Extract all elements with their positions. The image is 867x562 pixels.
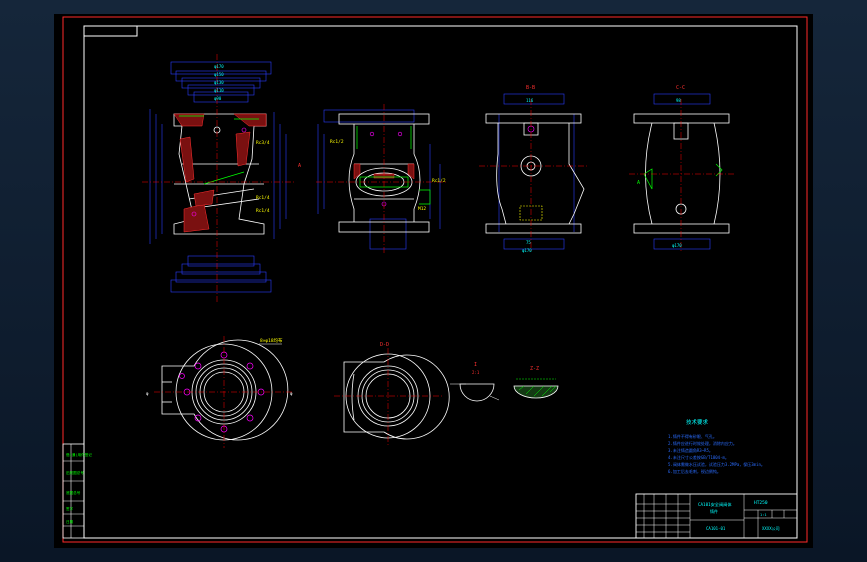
right2-section-label: C-C [676,85,685,91]
right1-section-label: B-B [526,85,535,91]
left-strip-text-0: 借(通)用件登记 [66,452,92,457]
front-dim-top-0: φ170 [214,64,224,69]
detail-z-label: Z-Z [530,366,539,372]
notes-heading: 技术要求 [686,418,709,426]
front-thread-label-2: Rc1/4 [256,208,270,214]
left-strip-text-1: 旧底图总号 [66,470,84,475]
top-left-stamp-box [83,25,138,37]
right-view-b: B-B 116 75 φ170 [479,85,589,253]
detail-z-view: Z-Z [513,366,559,399]
left-registration-strip: 借(通)用件登记 旧底图总号 底图总号 签字 日期 [62,443,92,539]
note-item-0: 1.铸件不得有砂眼、气孔。 [668,433,717,439]
left-strip-text-4: 日期 [66,519,74,524]
flange-holes-label: 8×φ18均布 [260,337,283,344]
bottom-section-label: D-D [380,342,389,348]
front-section-view: φ170 φ150 φ130 φ110 φ90 Rc3/4 Rc1/4 Rc1/… [142,54,301,304]
bottom-flange-view: 8×φ18均布 φ φ [146,336,293,448]
detail-i-scale: 2:1 [472,370,480,375]
title-part-sub: 铸件 [710,508,718,514]
right1-dim-0: 116 [526,98,534,103]
title-scale: 1:1 [760,513,767,517]
right-view-c: C-C 98 φ170 A [629,85,734,252]
drawing-sheet: 借(通)用件登记 旧底图总号 底图总号 签字 日期 φ170 φ150 φ130… [54,14,813,548]
side-section-view: Rc1/2 Rc1/2 M12 [316,104,446,254]
flange-callout-left: φ [146,391,149,396]
right1-dim-1: 75 [526,240,531,245]
cad-viewport-background: 借(通)用件登记 旧底图总号 底图总号 签字 日期 φ170 φ150 φ130… [0,0,867,562]
front-thread-label-0: Rc3/4 [256,140,270,146]
left-strip-text-3: 签字 [66,506,74,511]
note-item-1: 2.铸件应进行时效处理，消除内应力。 [668,440,737,446]
drawing-canvas: 借(通)用件登记 旧底图总号 底图总号 签字 日期 φ170 φ150 φ130… [62,16,808,543]
side-thread-label-2: M12 [418,206,426,212]
note-item-4: 5.阀体需做水压试验，试验压力3.2MPa，保压3min。 [668,461,765,467]
title-material: HT250 [754,500,768,506]
right2-dim-1: φ170 [672,243,682,248]
note-item-3: 4.未注尺寸公差按GB/T1804-m。 [668,454,729,460]
title-drawing-no: CA101-01 [706,526,726,531]
left-strip-text-2: 底图总号 [66,490,81,495]
front-dim-top-4: φ90 [214,96,222,101]
front-section-label: A [298,163,301,169]
flange-callout-right: φ [290,391,293,396]
detail-i-label: I [474,362,477,368]
technical-requirements: 技术要求 1.铸件不得有砂眼、气孔。 2.铸件应进行时效处理，消除内应力。 3.… [668,418,765,474]
front-dim-top-3: φ110 [214,88,224,93]
right1-dim-2: φ170 [522,248,532,253]
note-item-2: 3.未注铸造圆角R3~R5。 [668,447,713,453]
front-thread-label-1: Rc1/4 [256,195,270,201]
front-dim-top-2: φ130 [214,80,224,85]
front-dim-top-1: φ150 [214,72,224,77]
note-item-5: 6.加工后去毛刺，锐边倒钝。 [668,468,721,474]
bottom-section-view: D-D [334,342,450,446]
side-thread-label-1: Rc1/2 [432,178,446,184]
side-thread-label-0: Rc1/2 [330,139,344,145]
right2-dim-2: A [637,180,640,186]
title-company: XXXX公司 [762,526,780,531]
right2-dim-0: 98 [676,98,681,103]
title-part-name: CA101安全阀阀体 [698,501,732,508]
detail-i-view: I 2:1 [450,362,500,402]
title-block: CA101安全阀阀体 铸件 HT250 1:1 CA101-01 XXXX公司 [635,493,798,539]
